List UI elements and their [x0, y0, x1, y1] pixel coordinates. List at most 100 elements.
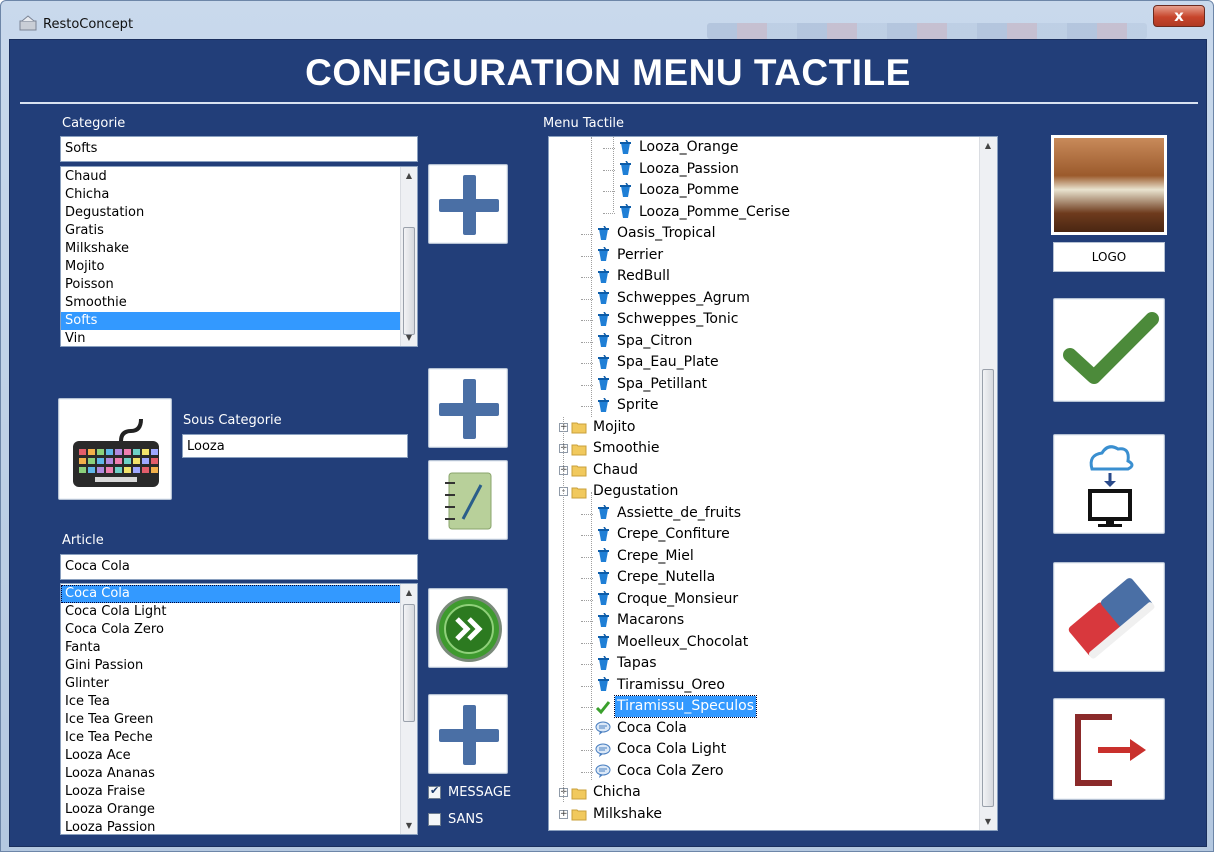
list-item[interactable]: Mojito [61, 258, 417, 276]
list-item[interactable]: Ice Tea Green [61, 711, 417, 729]
tree-row[interactable]: Spa_Eau_Plate [595, 352, 721, 373]
article-scrollbar[interactable]: ▲ ▼ [400, 584, 417, 834]
app-icon [19, 15, 37, 31]
list-item[interactable]: Gratis [61, 222, 417, 240]
list-item[interactable]: Chicha [61, 186, 417, 204]
list-item[interactable]: Looza Orange [61, 801, 417, 819]
eraser-button[interactable] [1053, 562, 1165, 672]
tree-row[interactable]: + Milkshake [559, 804, 664, 825]
scroll-thumb[interactable] [403, 227, 415, 335]
logo-image[interactable] [1051, 135, 1167, 235]
list-item[interactable]: Looza Ananas [61, 765, 417, 783]
list-item[interactable]: Coca Cola [61, 585, 417, 603]
scroll-up-arrow-icon[interactable]: ▲ [401, 584, 417, 601]
cloud-sync-button[interactable] [1053, 434, 1165, 534]
categorie-input[interactable]: Softs [60, 136, 418, 162]
message-checkbox-row[interactable]: MESSAGE [428, 784, 512, 800]
tree-row[interactable]: Spa_Citron [595, 331, 694, 352]
tree-row[interactable]: Schweppes_Agrum [595, 288, 752, 309]
tree-row[interactable]: Tiramissu_Oreo [595, 675, 727, 696]
add-sous-categorie-button[interactable] [428, 368, 508, 448]
message-checkbox[interactable] [428, 784, 441, 799]
close-button[interactable]: x [1153, 5, 1205, 27]
categorie-list[interactable]: Chaud Chicha Degustation Gratis Milkshake Moj… [60, 166, 418, 347]
tree-row[interactable]: + Chaud [559, 460, 640, 481]
list-item[interactable]: Looza Fraise [61, 783, 417, 801]
list-item[interactable]: Milkshake [61, 240, 417, 258]
list-item[interactable]: Smoothie [61, 294, 417, 312]
window-title: RestoConcept [43, 17, 134, 32]
tree-row[interactable]: Oasis_Tropical [595, 223, 718, 244]
tree-row[interactable]: Coca Cola Zero [595, 761, 726, 782]
menu-tactile-tree[interactable]: Looza_Orange Looza_Passion Looza_Pomme Looz… [548, 136, 998, 831]
scroll-thumb[interactable] [982, 369, 994, 807]
tree-row[interactable]: Tiramissu_Speculos [595, 695, 758, 718]
add-categorie-button[interactable] [428, 164, 508, 244]
edit-button[interactable] [428, 460, 508, 540]
logo-button[interactable]: LOGO [1053, 242, 1165, 272]
scroll-down-arrow-icon[interactable]: ▼ [401, 817, 417, 834]
list-item[interactable]: Degustation [61, 204, 417, 222]
scroll-up-arrow-icon[interactable]: ▲ [980, 137, 996, 154]
tree-row[interactable]: Schweppes_Tonic [595, 309, 740, 330]
list-item[interactable]: Coca Cola Light [61, 603, 417, 621]
tree-row[interactable]: + Chicha [559, 782, 643, 803]
article-input[interactable]: Coca Cola [60, 554, 418, 580]
scroll-down-arrow-icon[interactable]: ▼ [401, 329, 417, 346]
folder-icon [571, 484, 587, 500]
list-item[interactable]: Chaud [61, 168, 417, 186]
tree-row[interactable]: Crepe_Nutella [595, 567, 717, 588]
tree-row[interactable]: Coca Cola [595, 718, 689, 739]
list-item[interactable]: Ice Tea [61, 693, 417, 711]
tree-row[interactable]: Macarons [595, 610, 686, 631]
list-item[interactable]: Softs [61, 312, 417, 330]
expand-icon[interactable]: + [559, 809, 568, 819]
list-item[interactable]: Looza Ace [61, 747, 417, 765]
scroll-up-arrow-icon[interactable]: ▲ [401, 167, 417, 184]
tree-row[interactable]: Tapas [595, 653, 659, 674]
sans-checkbox-row[interactable]: SANS [428, 812, 483, 827]
tree-row[interactable]: Coca Cola Light [595, 739, 728, 760]
sous-categorie-input[interactable]: Looza [182, 434, 408, 458]
tree-row-label: Assiette_de_fruits [617, 504, 741, 521]
add-article-button[interactable] [428, 694, 508, 774]
tree-row[interactable]: Looza_Orange [617, 137, 740, 158]
tree-row[interactable]: Sprite [595, 395, 661, 416]
list-item[interactable]: Vin [61, 330, 417, 346]
tree-row[interactable]: Assiette_de_fruits [595, 503, 743, 524]
tree-row[interactable]: - Degustation [559, 481, 680, 502]
tree-row[interactable]: Crepe_Miel [595, 546, 696, 567]
message-checkbox-label: MESSAGE [448, 785, 512, 800]
tree-row[interactable]: + Smoothie [559, 438, 662, 459]
tree-row[interactable]: Spa_Petillant [595, 374, 709, 395]
tree-row[interactable]: Looza_Pomme_Cerise [617, 202, 792, 223]
list-item[interactable]: Looza Passion [61, 819, 417, 834]
list-item[interactable]: Coca Cola Zero [61, 621, 417, 639]
tree-row[interactable]: RedBull [595, 266, 672, 287]
tree-row-label: Smoothie [593, 440, 660, 456]
scroll-down-arrow-icon[interactable]: ▼ [980, 813, 996, 830]
list-item[interactable]: Fanta [61, 639, 417, 657]
tree-row-label: Sprite [617, 397, 659, 413]
keyboard-button[interactable] [58, 398, 172, 500]
exit-button[interactable] [1053, 698, 1165, 800]
tree-row[interactable]: + Mojito [559, 417, 637, 438]
list-item[interactable]: Poisson [61, 276, 417, 294]
tree-row[interactable]: Moelleux_Chocolat [595, 632, 750, 653]
tree-row[interactable]: Crepe_Confiture [595, 524, 732, 545]
confirm-button[interactable] [1053, 298, 1165, 402]
list-item[interactable]: Gini Passion [61, 657, 417, 675]
article-list[interactable]: Coca Cola Coca Cola Light Coca Cola Zero Fa… [60, 583, 418, 835]
tree-row[interactable]: Perrier [595, 245, 665, 266]
list-item[interactable]: Glinter [61, 675, 417, 693]
sans-checkbox[interactable] [428, 813, 441, 826]
tree-row[interactable]: Looza_Passion [617, 159, 741, 180]
tree-row[interactable]: Looza_Pomme [617, 180, 741, 201]
tree-row[interactable]: Croque_Monsieur [595, 589, 740, 610]
title-decoration [707, 23, 1147, 39]
transfer-button[interactable] [428, 588, 508, 668]
categorie-scrollbar[interactable]: ▲ ▼ [400, 167, 417, 346]
list-item[interactable]: Ice Tea Peche [61, 729, 417, 747]
tree-scrollbar[interactable]: ▲ ▼ [979, 137, 997, 830]
scroll-thumb[interactable] [403, 604, 415, 722]
